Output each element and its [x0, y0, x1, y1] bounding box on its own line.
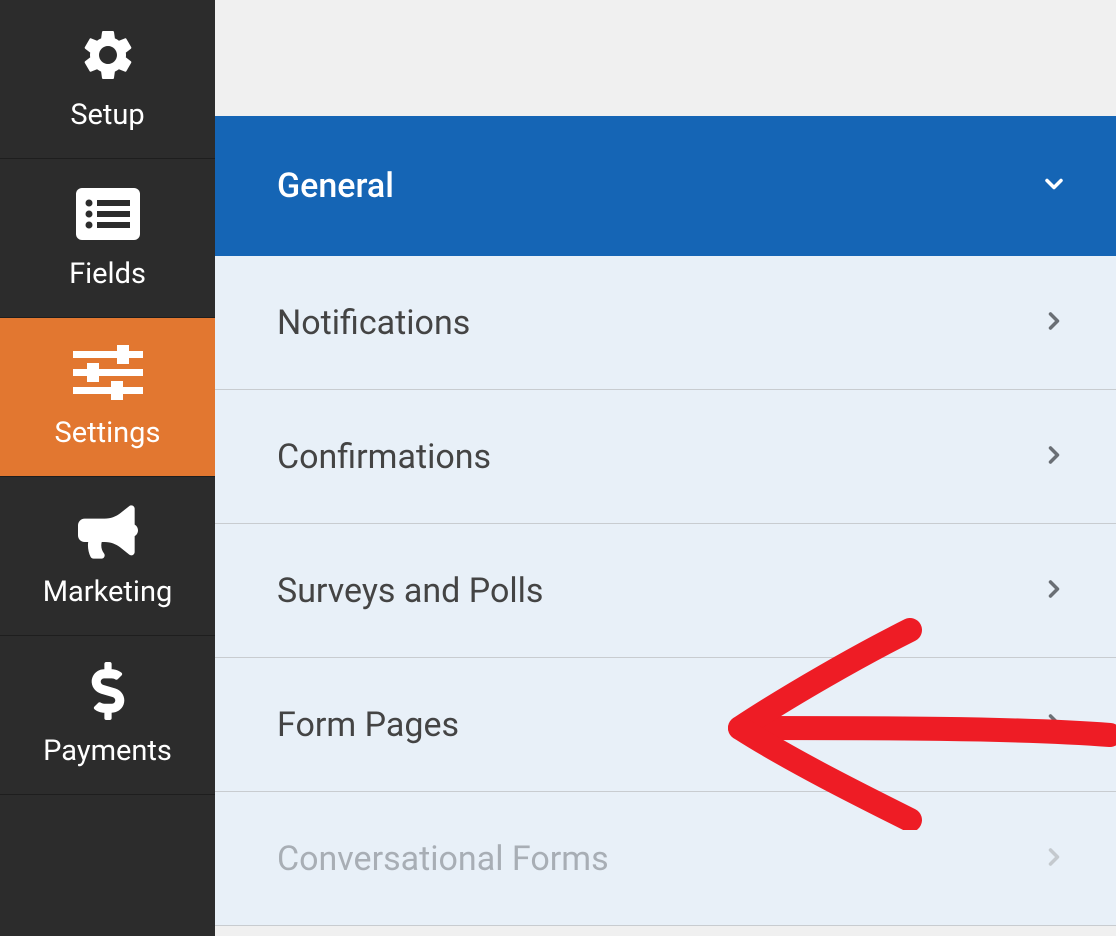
sidebar-item-label: Setup [70, 98, 144, 132]
settings-row-label: General [277, 166, 394, 206]
gear-icon [78, 24, 138, 86]
settings-row-form-pages[interactable]: Form Pages [215, 658, 1116, 792]
sidebar-item-settings[interactable]: Settings [0, 318, 215, 477]
settings-row-notifications[interactable]: Notifications [215, 256, 1116, 390]
settings-row-surveys-and-polls[interactable]: Surveys and Polls [215, 524, 1116, 658]
sidebar-item-label: Payments [43, 734, 172, 768]
sidebar-item-label: Settings [55, 416, 161, 450]
chevron-right-icon [1040, 843, 1068, 875]
panel-header-gap [215, 0, 1116, 116]
sidebar-item-payments[interactable]: Payments [0, 636, 215, 795]
sidebar-item-label: Marketing [43, 575, 173, 609]
chevron-right-icon [1040, 307, 1068, 339]
list-icon [76, 183, 140, 245]
chevron-right-icon [1040, 709, 1068, 741]
settings-row-label: Conversational Forms [277, 839, 609, 879]
sidebar-item-fields[interactable]: Fields [0, 159, 215, 318]
settings-row-general[interactable]: General [215, 116, 1116, 256]
megaphone-icon [78, 501, 138, 563]
dollar-icon [90, 660, 126, 722]
sliders-icon [73, 342, 143, 404]
chevron-right-icon [1040, 575, 1068, 607]
chevron-right-icon [1040, 441, 1068, 473]
settings-row-conversational-forms[interactable]: Conversational Forms [215, 792, 1116, 926]
sidebar-item-label: Fields [69, 257, 146, 291]
settings-row-confirmations[interactable]: Confirmations [215, 390, 1116, 524]
sidebar-item-setup[interactable]: Setup [0, 0, 215, 159]
chevron-down-icon [1040, 170, 1068, 202]
settings-row-label: Notifications [277, 303, 470, 343]
settings-row-label: Surveys and Polls [277, 571, 543, 611]
settings-list: General Notifications Confirmations Surv… [215, 116, 1116, 926]
settings-row-label: Form Pages [277, 705, 459, 745]
settings-panel: General Notifications Confirmations Surv… [215, 0, 1116, 936]
settings-row-label: Confirmations [277, 437, 491, 477]
sidebar-item-marketing[interactable]: Marketing [0, 477, 215, 636]
sidebar: Setup Fields [0, 0, 215, 936]
